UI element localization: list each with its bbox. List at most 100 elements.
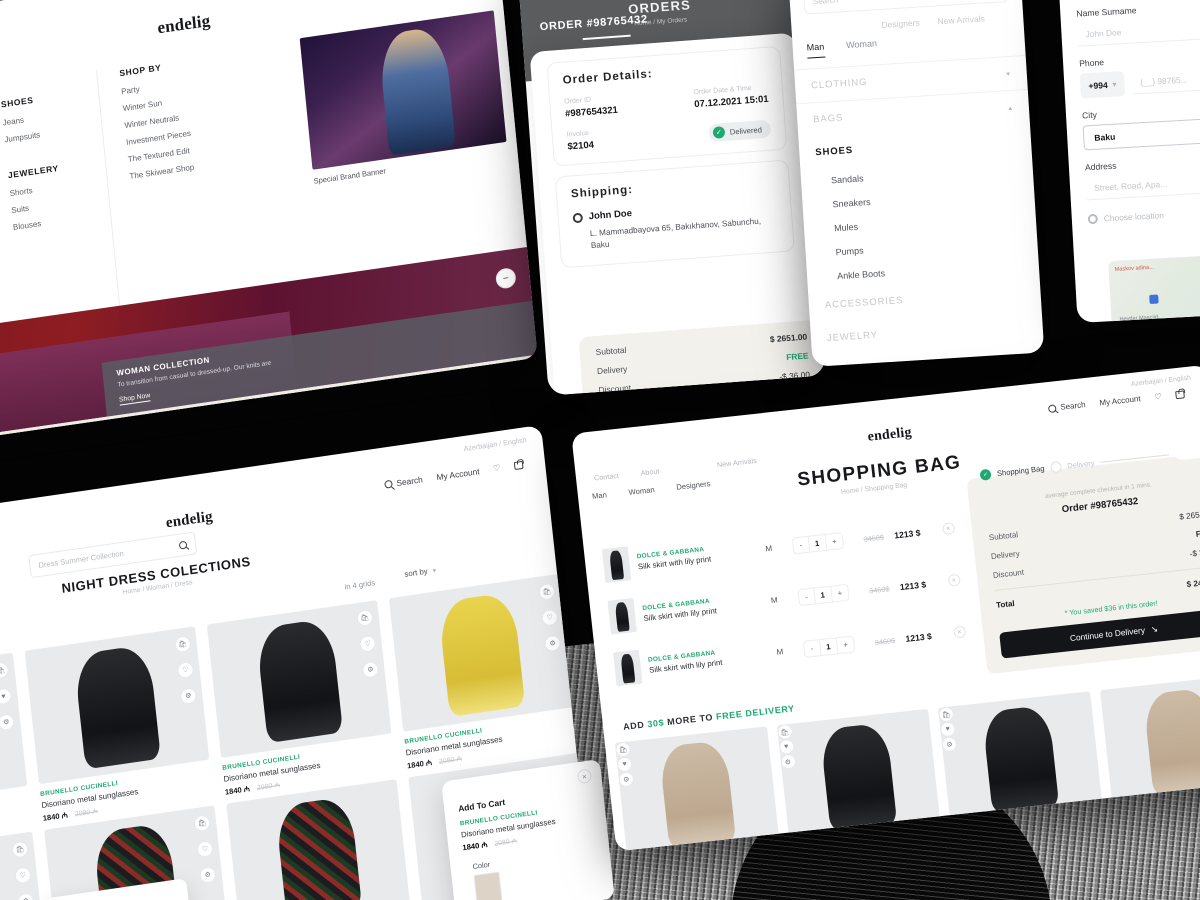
- color-swatch[interactable]: [473, 871, 503, 900]
- bag-icon[interactable]: [1175, 389, 1185, 399]
- qty-decrement-button[interactable]: -: [798, 588, 814, 604]
- compare-icon[interactable]: ⚙: [0, 713, 16, 732]
- quantity-stepper[interactable]: - 1 +: [802, 634, 856, 658]
- megamenu-item[interactable]: Jumpsuits: [4, 125, 74, 144]
- bag-icon[interactable]: 🛍: [11, 840, 29, 859]
- compare-icon[interactable]: ⚙: [179, 686, 198, 706]
- heart-icon[interactable]: ♥: [0, 687, 13, 706]
- grid-density-label[interactable]: in 4 grids: [344, 578, 375, 591]
- bag-icon[interactable]: 🛍: [614, 741, 632, 758]
- sort-by-select[interactable]: sort by ▾: [404, 565, 437, 579]
- nav-link-new-arrivals[interactable]: New Arrivals: [716, 456, 757, 469]
- bag-item-old-price: 3460$: [874, 636, 896, 648]
- shopping-bag-panel: Azerbaijan / English Search My Account ♡…: [571, 364, 1200, 852]
- heart-icon[interactable]: ♡: [493, 463, 501, 473]
- product-card[interactable]: [226, 779, 411, 900]
- heart-icon[interactable]: ♡: [14, 866, 32, 885]
- megamenu-item[interactable]: Party: [121, 77, 190, 97]
- chevron-down-icon: ▾: [1112, 81, 1117, 89]
- megamenu-item[interactable]: The Textured Edit: [127, 145, 196, 164]
- qty-increment-button[interactable]: +: [825, 533, 843, 550]
- choose-location-button[interactable]: Choose location: [1087, 205, 1200, 225]
- megamenu-item[interactable]: The Skiwear Shop: [129, 162, 198, 181]
- compare-icon[interactable]: ⚙: [618, 771, 635, 788]
- heart-icon[interactable]: ♡: [196, 840, 214, 859]
- product-card[interactable]: 🛍 ♥ ⚙ BRUNELLO CUCINELLI Disoriano metal…: [0, 652, 32, 851]
- heart-icon[interactable]: ♥: [777, 738, 795, 756]
- megamenu-promo[interactable]: Special Brand Banner: [299, 10, 508, 186]
- remove-icon[interactable]: ×: [952, 625, 967, 639]
- recommended-product-card[interactable]: [1099, 673, 1200, 808]
- nav-link-man[interactable]: Man: [592, 490, 608, 501]
- quantity-stepper[interactable]: - 1 +: [791, 531, 845, 554]
- bag-icon[interactable]: 🛍: [937, 706, 955, 723]
- recommended-product-card[interactable]: 🛍 ♥ ⚙: [614, 726, 780, 852]
- compare-icon[interactable]: ⚙: [199, 865, 217, 885]
- tab-woman[interactable]: Woman: [846, 38, 878, 56]
- nav-link-contact[interactable]: Contact: [594, 471, 620, 483]
- logo[interactable]: endelig: [156, 11, 211, 39]
- heart-icon[interactable]: ♡: [358, 634, 377, 653]
- bag-icon[interactable]: 🛍: [0, 661, 10, 680]
- search-icon[interactable]: [178, 540, 188, 550]
- hero-shop-now-button[interactable]: Shop Now: [118, 392, 151, 406]
- nav-link-designers[interactable]: Designers: [676, 479, 711, 492]
- megamenu-item[interactable]: Winter Neutrals: [124, 111, 193, 130]
- heart-icon[interactable]: ♡: [176, 660, 195, 680]
- search-button[interactable]: Search: [384, 474, 423, 489]
- bag-icon[interactable]: [513, 460, 524, 471]
- address-field[interactable]: Street, Road, Apa...: [1085, 168, 1200, 201]
- heart-icon[interactable]: ♥: [939, 721, 957, 738]
- logo[interactable]: endelig: [867, 425, 913, 446]
- map-widget[interactable]: Maskov adina... Heydar Masciid: [1108, 251, 1200, 324]
- qty-decrement-button[interactable]: -: [793, 536, 809, 552]
- megamenu-item[interactable]: Winter Sun: [122, 94, 191, 114]
- add-to-cart-popup: × Add To Cart BRUNELLO CUCINELLI Disoria…: [441, 758, 615, 900]
- account-button[interactable]: My Account: [436, 466, 480, 482]
- qty-increment-button[interactable]: +: [831, 584, 849, 601]
- heart-icon[interactable]: ♥: [616, 756, 633, 773]
- compare-icon[interactable]: ⚙: [543, 634, 562, 653]
- phone-number-field[interactable]: (__) 98765...: [1131, 65, 1200, 95]
- megamenu-item[interactable]: Blouses: [13, 213, 83, 232]
- megamenu-item[interactable]: Investment Pieces: [126, 128, 195, 147]
- quantity-stepper[interactable]: - 1 +: [797, 583, 850, 606]
- compare-icon[interactable]: ⚙: [941, 735, 958, 753]
- tab-man[interactable]: Man: [806, 41, 825, 59]
- compare-icon[interactable]: ⚙: [779, 753, 797, 771]
- qty-decrement-button[interactable]: -: [804, 640, 820, 656]
- product-card-actions: 🛍 ♡ ⚙: [538, 582, 562, 653]
- minus-icon[interactable]: −: [494, 266, 517, 290]
- bag-icon[interactable]: 🛍: [538, 582, 556, 601]
- megamenu-item[interactable]: Suits: [11, 196, 81, 216]
- city-field[interactable]: Baku: [1082, 116, 1200, 151]
- nav-link-woman[interactable]: Woman: [628, 485, 655, 497]
- qty-value: 1: [807, 534, 827, 552]
- bag-icon[interactable]: 🛍: [356, 608, 374, 628]
- megamenu-item[interactable]: Jeans: [2, 108, 72, 127]
- nav-link-about[interactable]: About: [640, 467, 660, 478]
- bag-icon[interactable]: 🛍: [173, 635, 192, 654]
- total-value: FREE: [785, 350, 809, 363]
- logo[interactable]: endelig: [165, 509, 214, 533]
- country-code-select[interactable]: +994 ▾: [1079, 71, 1125, 99]
- megamenu-item[interactable]: Shorts: [9, 179, 79, 198]
- strip-thumb[interactable]: [224, 386, 382, 449]
- heart-icon[interactable]: ♡: [1154, 391, 1162, 401]
- bag-icon[interactable]: 🛍: [193, 814, 211, 833]
- heart-icon[interactable]: ♡: [541, 608, 559, 627]
- compare-icon[interactable]: ⚙: [16, 892, 35, 900]
- bag-icon[interactable]: 🛍: [776, 723, 793, 741]
- product-card[interactable]: 🛍 ♡ ⚙ BRUNELLO CUCINELLI Disoriano metal…: [206, 600, 396, 798]
- product-card-actions: 🛍 ♡ ⚙: [193, 814, 217, 885]
- product-card[interactable]: 🛍 ♡ ⚙: [0, 831, 47, 900]
- product-card[interactable]: 🛍 ♡ ⚙ BRUNELLO CUCINELLI Disoriano metal…: [24, 626, 214, 824]
- compare-icon[interactable]: ⚙: [361, 660, 380, 679]
- map-poi-icon: [1148, 294, 1159, 305]
- strip-thumb[interactable]: [0, 430, 72, 449]
- qty-increment-button[interactable]: +: [837, 636, 855, 653]
- remove-icon[interactable]: ×: [947, 573, 961, 587]
- product-card[interactable]: 🛍 ♡ ⚙ BRUNELLO CUCINELLI Disoriano metal…: [388, 573, 578, 772]
- name-field[interactable]: John Doe: [1076, 14, 1200, 47]
- remove-icon[interactable]: ×: [941, 522, 955, 536]
